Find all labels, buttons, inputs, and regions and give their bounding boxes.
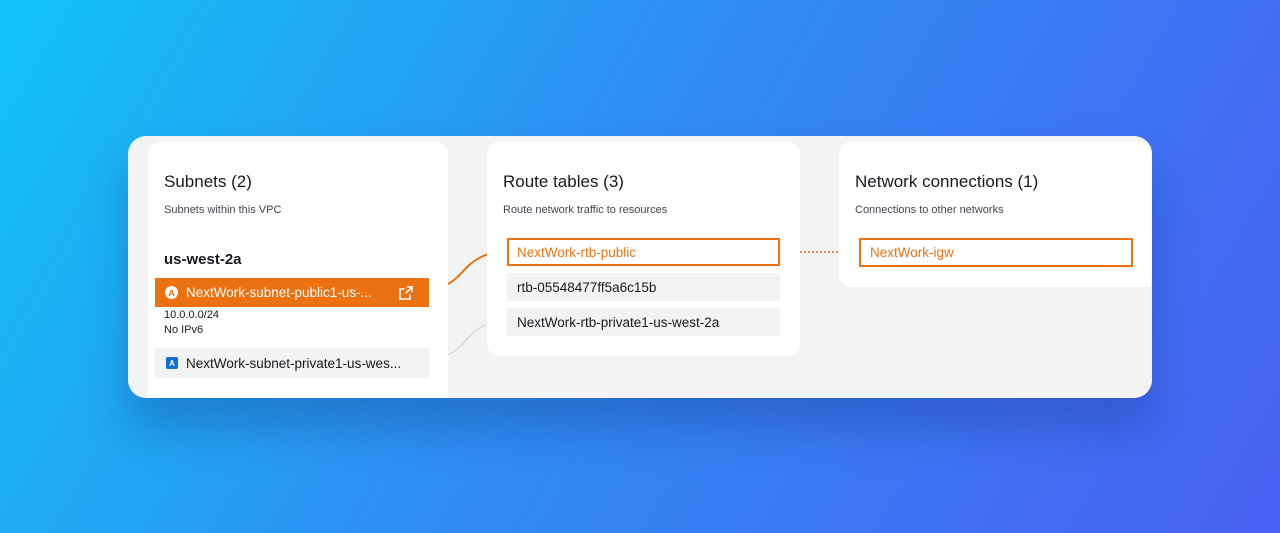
- availability-zone-badge-icon: A: [166, 357, 178, 369]
- route-tables-subtitle: Route network traffic to resources: [503, 204, 668, 216]
- network-connections-title: Network connections (1): [855, 172, 1039, 191]
- subnet-private-label: NextWork-subnet-private1-us-wes...: [186, 355, 402, 371]
- route-table-main[interactable]: rtb-05548477ff5a6c15b: [507, 273, 780, 301]
- subnets-panel: Subnets (2) Subnets within this VPC us-w…: [148, 142, 448, 398]
- subnets-subtitle: Subnets within this VPC: [164, 204, 282, 216]
- subnet-private-item[interactable]: A NextWork-subnet-private1-us-wes...: [155, 348, 429, 378]
- route-table-private[interactable]: NextWork-rtb-private1-us-west-2a: [507, 308, 780, 336]
- subnets-title: Subnets (2): [164, 172, 252, 191]
- network-connections-panel: Network connections (1) Connections to o…: [839, 142, 1152, 287]
- route-tables-title: Route tables (3): [503, 172, 624, 191]
- subnet-public-cidr: 10.0.0.0/24: [164, 309, 220, 321]
- route-tables-panel: Route tables (3) Route network traffic t…: [487, 142, 800, 356]
- vpc-resource-map: Subnets (2) Subnets within this VPC us-w…: [128, 136, 1152, 398]
- external-link-icon[interactable]: [399, 285, 413, 300]
- availability-zone-title: us-west-2a: [164, 251, 242, 268]
- availability-zone-badge-icon: A: [165, 286, 178, 299]
- internet-gateway-item[interactable]: NextWork-igw: [859, 238, 1133, 267]
- subnet-public-label: NextWork-subnet-public1-us-...: [186, 285, 372, 300]
- subnet-public-ipv6: No IPv6: [164, 324, 204, 336]
- network-connections-subtitle: Connections to other networks: [855, 204, 1004, 216]
- route-table-public[interactable]: NextWork-rtb-public: [507, 238, 780, 266]
- subnet-public-item[interactable]: A NextWork-subnet-public1-us-...: [155, 278, 429, 307]
